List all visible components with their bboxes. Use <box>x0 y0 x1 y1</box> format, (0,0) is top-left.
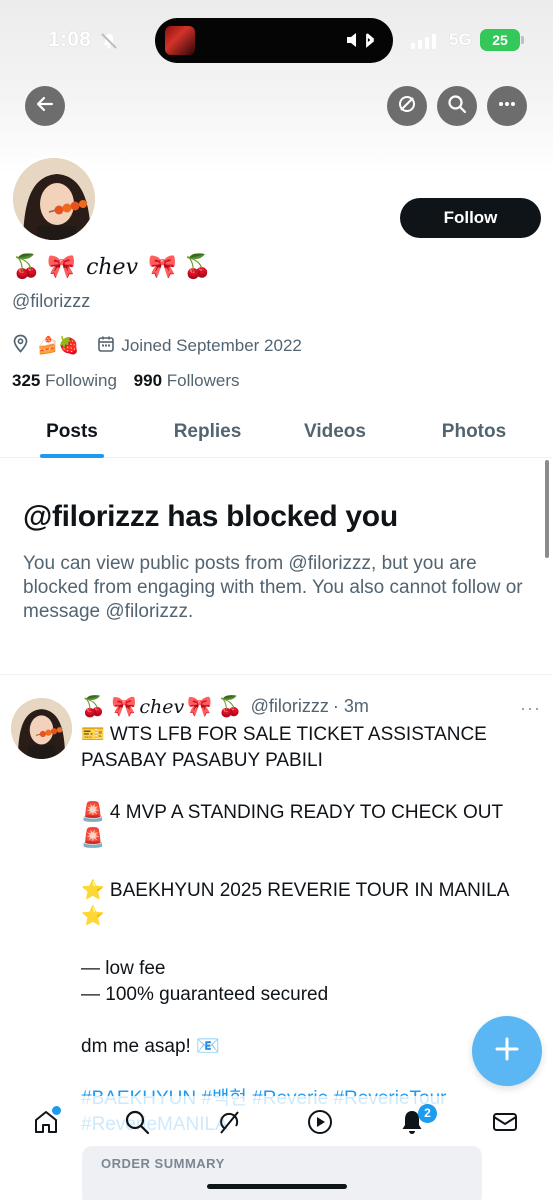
tweet-avatar[interactable] <box>11 698 72 759</box>
battery-level: 25 <box>492 32 508 48</box>
followers-count: 990 <box>133 371 163 390</box>
battery-icon: 25 <box>480 29 520 51</box>
blocked-title: @filorizzz has blocked you <box>23 500 398 533</box>
calendar-icon <box>97 335 115 358</box>
followers-link[interactable]: 990 Followers <box>134 371 240 390</box>
tweet-attachment-image[interactable]: ORDER SUMMARY <box>82 1146 482 1200</box>
more-button[interactable] <box>487 86 527 126</box>
cellular-signal-icon <box>411 33 437 54</box>
follow-button[interactable]: Follow <box>400 198 541 238</box>
back-button[interactable] <box>25 86 65 126</box>
location-pin-icon <box>12 334 29 358</box>
tweet-timestamp[interactable]: · 3m <box>333 696 369 717</box>
tab-posts[interactable]: Posts <box>30 405 114 458</box>
profile-joined: Joined September 2022 <box>97 335 302 358</box>
nav-grok[interactable] <box>215 1110 243 1138</box>
tweet-line: dm me asap! 📧 <box>81 1036 220 1057</box>
dynamic-island <box>155 18 393 63</box>
home-badge <box>52 1106 61 1115</box>
tweet-line <box>81 1060 531 1086</box>
following-label: Following <box>45 371 117 390</box>
profile-tabs: Posts Replies Videos Photos <box>0 405 553 458</box>
nav-video[interactable] <box>306 1108 334 1141</box>
arrow-left-icon <box>35 94 55 119</box>
tweet-author-handle[interactable]: @filorizzz <box>251 696 329 717</box>
more-horizontal-icon <box>497 94 517 119</box>
bell-off-icon <box>100 32 118 55</box>
profile-avatar[interactable] <box>10 155 98 243</box>
blocked-description: You can view public posts from @filorizz… <box>23 553 523 622</box>
profile-meta: 🍰🍓 Joined September 2022 <box>12 334 302 358</box>
following-count: 325 <box>12 371 41 390</box>
tweet-line <box>81 930 531 956</box>
tweet-line: ⭐ BAEKHYUN 2025 REVERIE TOUR IN MANILA ⭐ <box>81 880 509 927</box>
profile-handle: @filorizzz <box>12 291 91 311</box>
plus-icon <box>494 1036 520 1067</box>
status-time: 1:08 <box>48 28 92 51</box>
tweet-more-icon[interactable]: ··· <box>520 698 541 719</box>
scrollbar-thumb[interactable] <box>545 460 549 558</box>
tweet-line: 🚨 4 MVP A STANDING READY TO CHECK OUT 🚨 <box>81 802 503 849</box>
following-link[interactable]: 325 Following <box>12 371 117 390</box>
compose-button[interactable] <box>472 1016 542 1086</box>
search-button[interactable] <box>437 86 477 126</box>
tab-photos[interactable]: Photos <box>428 405 520 458</box>
profile-display-name: 🍒 🎀 chev 🎀 🍒 <box>12 253 212 280</box>
tweet-author-suffix: 🎀 🍒 <box>187 696 243 718</box>
tweet-line: 🎫 WTS LFB FOR SALE TICKET ASSISTANCE PAS… <box>81 724 487 771</box>
profile-counts: 325 Following 990 Followers <box>12 371 240 391</box>
no-translate-icon <box>397 94 417 119</box>
grok-icon <box>215 1108 243 1141</box>
search-icon <box>447 94 467 119</box>
video-icon <box>306 1108 334 1141</box>
followers-label: Followers <box>166 371 240 390</box>
tweet-line: — low fee <box>81 958 166 979</box>
nav-messages[interactable] <box>491 1110 519 1138</box>
tweet-text: 🎫 WTS LFB FOR SALE TICKET ASSISTANCE PAS… <box>81 722 531 1138</box>
profile-location: 🍰🍓 <box>37 336 80 355</box>
mail-icon <box>491 1108 519 1141</box>
tweet-author-name[interactable]: chev <box>139 696 184 718</box>
bluetooth-icon <box>345 30 379 55</box>
attachment-title: ORDER SUMMARY <box>101 1156 225 1171</box>
tab-active-indicator <box>40 454 104 458</box>
status-bar: 1:08 5G 25 <box>0 0 553 80</box>
tweet-line <box>81 774 531 800</box>
tweet-line <box>81 1008 531 1034</box>
tweet-line <box>81 852 531 878</box>
tab-replies[interactable]: Replies <box>160 405 255 458</box>
joined-date: Joined September 2022 <box>121 336 302 355</box>
now-playing-artwork <box>165 26 195 55</box>
tweet-author-prefix: 🍒 🎀 <box>81 696 137 718</box>
display-name-prefix: 🍒 🎀 <box>12 253 76 279</box>
battery-tip <box>521 36 524 44</box>
network-label: 5G <box>449 30 472 49</box>
notifications-badge: 2 <box>418 1104 437 1123</box>
tweet-line: — 100% guaranteed secured <box>81 984 329 1005</box>
home-indicator[interactable] <box>207 1184 347 1189</box>
display-name-suffix: 🎀 🍒 <box>148 253 213 279</box>
nav-explore[interactable] <box>123 1110 151 1138</box>
display-name-text: chev <box>86 255 139 280</box>
tab-videos[interactable]: Videos <box>290 405 380 458</box>
translate-button[interactable] <box>387 86 427 126</box>
search-icon <box>123 1108 151 1141</box>
section-divider <box>0 674 553 675</box>
tweet-header: 🍒 🎀 chev 🎀 🍒 @filorizzz · 3m <box>81 694 369 719</box>
